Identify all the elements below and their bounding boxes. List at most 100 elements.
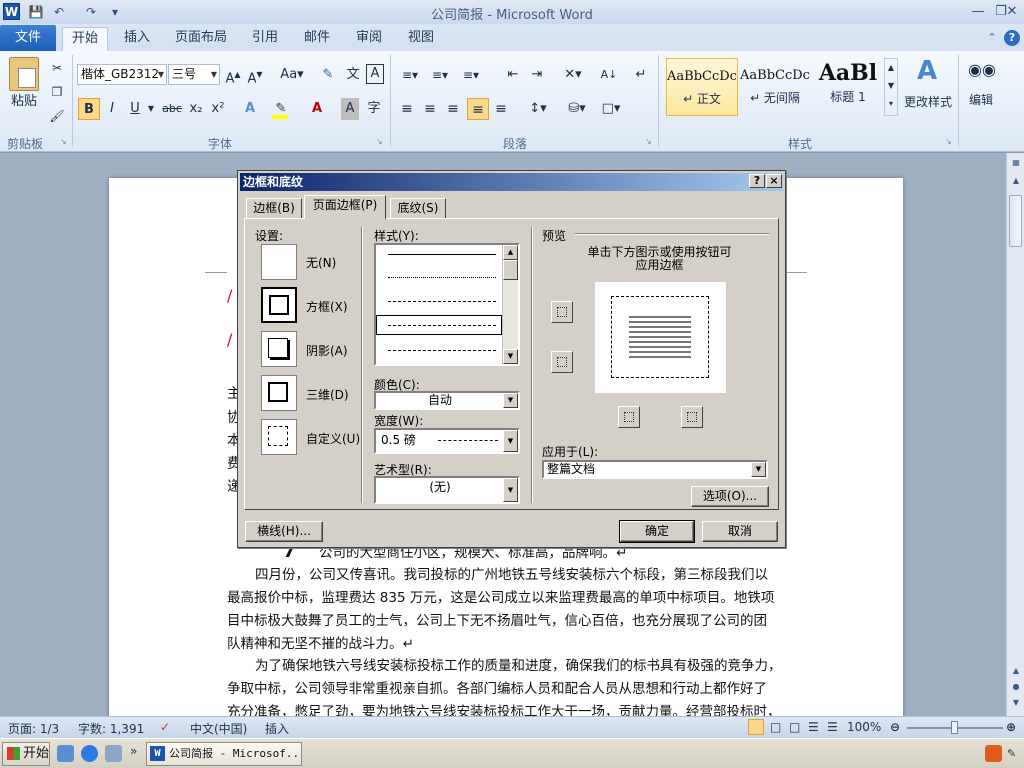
chinese-layout-icon[interactable]: ✕▾ — [560, 64, 586, 86]
increase-indent-icon[interactable]: ⇥ — [527, 64, 547, 86]
styles-gallery-scroll[interactable]: ▲ ▼ ▾ — [884, 58, 898, 116]
scroll-up-icon[interactable]: ▲ — [503, 245, 518, 260]
border-preview[interactable] — [595, 282, 726, 393]
insert-mode-indicator[interactable]: 插入 — [265, 720, 289, 737]
quicklaunch-explorer-icon[interactable] — [57, 745, 74, 762]
font-name-combo[interactable]: 楷体_GB2312 ▼ — [77, 64, 167, 85]
print-layout-view-icon[interactable] — [748, 719, 764, 735]
underline-button[interactable]: U — [125, 98, 145, 120]
quicklaunch-ie-icon[interactable] — [81, 745, 98, 762]
setting-none[interactable]: 无(N) — [306, 254, 336, 271]
character-border-icon[interactable]: A — [366, 64, 384, 84]
editing-button[interactable]: 编辑 — [962, 89, 1000, 111]
format-painter-icon[interactable]: 🖌 — [48, 105, 66, 127]
align-left-icon[interactable]: ≡ — [397, 98, 417, 120]
font-color-button[interactable]: A — [307, 98, 327, 120]
minimize-ribbon-icon[interactable]: ⌃ — [984, 30, 1000, 46]
line-style-option[interactable] — [388, 277, 496, 278]
phonetic-guide-icon[interactable]: 文 — [343, 64, 363, 86]
font-size-combo[interactable]: 三号 ▼ — [168, 64, 220, 85]
top-border-button[interactable] — [551, 301, 573, 323]
web-layout-view-icon[interactable]: □ — [789, 720, 800, 734]
draft-view-icon[interactable]: ☰ — [827, 720, 838, 734]
chevron-down-icon[interactable]: ▼ — [751, 462, 766, 477]
change-styles-icon[interactable]: A — [910, 55, 944, 87]
sort-icon[interactable]: A↓ — [598, 64, 620, 86]
subscript-button[interactable]: x₂ — [186, 98, 206, 120]
enclose-characters-icon[interactable]: 字 — [364, 98, 384, 120]
options-button[interactable]: 选项(O)... — [691, 486, 769, 507]
tab-file[interactable]: 文件 — [0, 25, 56, 51]
dialog-title-bar[interactable]: 边框和底纹 — [240, 173, 783, 191]
copy-icon[interactable]: ❐ — [48, 81, 66, 103]
paragraph-launcher-icon[interactable]: ↘ — [645, 137, 655, 147]
clear-format-icon[interactable]: ✎ — [318, 64, 338, 86]
multilevel-list-icon[interactable]: ≡▾ — [457, 64, 485, 86]
zoom-slider-thumb[interactable] — [951, 721, 958, 734]
setting-custom[interactable]: 自定义(U) — [306, 430, 360, 447]
next-page-icon[interactable]: ▼ — [1008, 695, 1024, 711]
scrollbar-thumb[interactable] — [503, 260, 518, 280]
tab-insert[interactable]: 插入 — [116, 27, 158, 51]
dialog-close-button[interactable]: × — [766, 174, 782, 188]
zoom-level[interactable]: 100% — [847, 720, 881, 734]
tray-pen-icon[interactable]: ✎ — [1007, 747, 1016, 760]
style-no-spacing[interactable]: AaBbCcDc ↵ 无间隔 — [739, 58, 811, 116]
zoom-in-icon[interactable]: ⊕ — [1006, 720, 1016, 734]
width-combo[interactable]: 0.5 磅 ▼ — [374, 428, 520, 454]
page-count[interactable]: 页面: 1/3 — [8, 720, 59, 737]
italic-button[interactable]: I — [102, 98, 122, 120]
setting-shadow-icon[interactable] — [261, 331, 297, 367]
line-style-option[interactable] — [388, 301, 496, 302]
scroll-down-icon[interactable]: ▼ — [503, 349, 518, 364]
tab-references[interactable]: 引用 — [244, 27, 286, 51]
paste-button[interactable]: 粘贴 — [4, 91, 44, 113]
art-combo[interactable]: (无) ▼ — [374, 476, 520, 504]
outline-view-icon[interactable]: ☰ — [808, 720, 819, 734]
chevron-down-icon[interactable]: ▼ — [503, 393, 518, 408]
tab-review[interactable]: 审阅 — [348, 27, 390, 51]
setting-box[interactable]: 方框(X) — [306, 298, 348, 315]
change-case-icon[interactable]: Aa▾ — [278, 64, 306, 86]
ruler-toggle-icon[interactable]: ▦ — [1008, 155, 1024, 171]
start-button[interactable]: 开始 — [2, 742, 50, 766]
right-border-button[interactable] — [681, 406, 703, 428]
proofing-icon[interactable]: ✓ — [160, 720, 170, 734]
justify-icon[interactable]: ≡ — [467, 98, 489, 120]
find-binoculars-icon[interactable]: ◉◉ — [968, 57, 996, 83]
dialog-help-button[interactable]: ? — [749, 174, 765, 188]
tab-page-border[interactable]: 页面边框(P) — [304, 195, 386, 219]
word-count[interactable]: 字数: 1,391 — [78, 720, 144, 737]
align-right-icon[interactable]: ≡ — [443, 98, 463, 120]
change-styles-button[interactable]: 更改样式 — [900, 91, 956, 113]
setting-3d-icon[interactable] — [261, 375, 297, 411]
setting-none-icon[interactable] — [261, 244, 297, 280]
distributed-icon[interactable]: ≡ — [491, 98, 511, 120]
ok-button[interactable]: 确定 — [619, 520, 695, 543]
align-center-icon[interactable]: ≡ — [420, 98, 440, 120]
zoom-out-icon[interactable]: ⊖ — [890, 720, 900, 734]
superscript-button[interactable]: x² — [208, 98, 228, 120]
styles-launcher-icon[interactable]: ↘ — [945, 137, 955, 147]
character-shading-button[interactable]: A — [341, 98, 359, 120]
tab-page-layout[interactable]: 页面布局 — [170, 27, 232, 51]
scroll-up-icon[interactable]: ▲ — [1008, 173, 1024, 189]
line-style-option[interactable] — [388, 350, 496, 351]
setting-box-icon[interactable] — [261, 287, 297, 323]
left-border-button[interactable] — [618, 406, 640, 428]
style-heading-1[interactable]: AaBl 标题 1 — [812, 58, 884, 116]
tray-app-icon[interactable] — [985, 745, 1002, 762]
tab-shading[interactable]: 底纹(S) — [390, 198, 446, 218]
horizontal-line-button[interactable]: 横线(H)... — [245, 521, 323, 542]
show-marks-icon[interactable]: ↵ — [632, 64, 650, 86]
tab-borders[interactable]: 边框(B) — [246, 198, 302, 218]
borders-icon[interactable]: □▾ — [597, 98, 625, 120]
strikethrough-button[interactable]: abc — [160, 98, 184, 120]
bullets-icon[interactable]: ≡▾ — [397, 64, 423, 86]
line-spacing-icon[interactable]: ↕▾ — [525, 98, 551, 120]
bottom-border-button[interactable] — [551, 351, 573, 373]
vertical-scrollbar[interactable]: ▦ ▲ ▲ ● ▼ — [1006, 153, 1024, 716]
chevron-down-icon[interactable]: ▼ — [503, 430, 518, 452]
decrease-indent-icon[interactable]: ⇤ — [503, 64, 523, 86]
setting-custom-icon[interactable] — [261, 419, 297, 455]
